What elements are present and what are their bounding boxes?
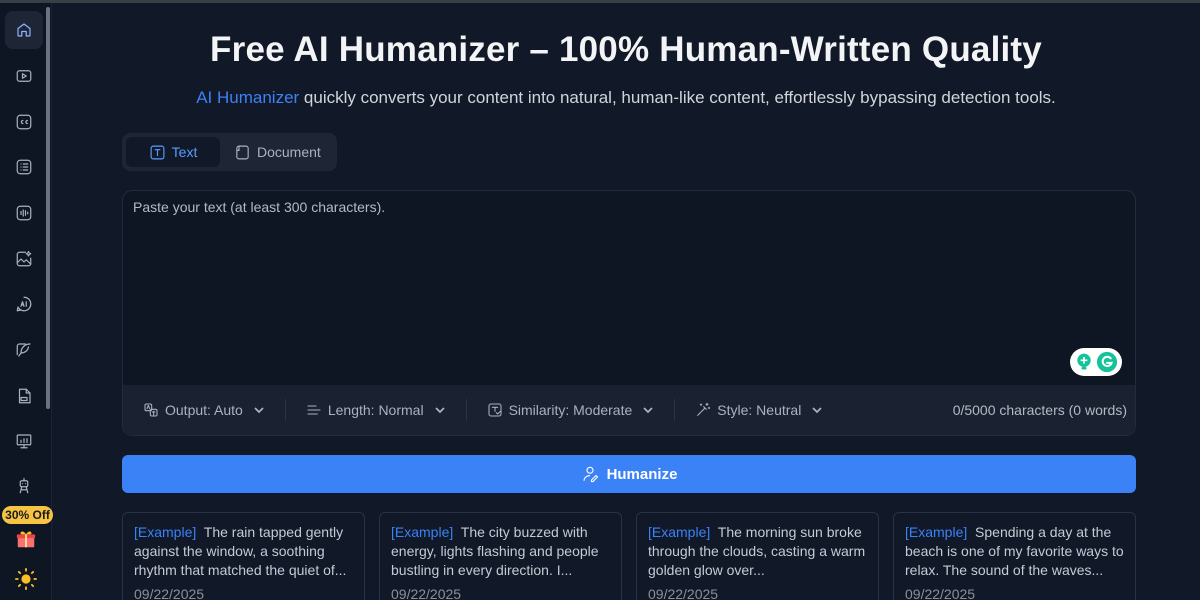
sidebar-item-robot[interactable] [5,467,43,505]
humanize-icon [583,466,598,483]
magic-wand-icon [697,402,711,416]
sidebar-item-pdf[interactable] [5,377,43,415]
grammarly-widget[interactable] [1070,348,1122,376]
text-editor-panel: Output: Auto Length: Normal Similarity: … [122,190,1136,436]
toolbar-divider [284,399,286,421]
sidebar-item-audio[interactable] [5,194,43,232]
chevron-down-icon [643,407,653,414]
pdf-icon [18,388,31,404]
style-dropdown[interactable]: Style: Neutral [695,402,823,418]
chevron-down-icon [434,407,445,414]
text-icon [150,145,165,159]
page-subtitle: AI Humanizer quickly converts your conte… [52,88,1200,108]
translate-icon [144,403,158,417]
character-counter: 0/5000 characters (0 words) [952,402,1127,418]
video-icon [16,70,32,82]
example-date: 09/22/2025 [648,586,719,600]
similarity-icon [488,403,502,417]
options-toolbar: Output: Auto Length: Normal Similarity: … [123,385,1135,435]
sidebar-item-image-edit[interactable] [5,240,43,278]
robot-icon [19,477,29,494]
sidebar-item-captions[interactable] [5,103,43,141]
sidebar-item-video[interactable] [5,57,43,95]
gift-icon[interactable] [15,528,37,550]
example-card[interactable]: [Example] The morning sun broke through … [636,512,879,600]
example-date: 09/22/2025 [905,586,976,600]
presentation-icon [16,434,32,449]
ai-chat-icon [16,296,32,312]
text-input[interactable] [123,191,1135,386]
sidebar: 30% Off [0,3,53,600]
captions-icon [16,114,32,130]
pen-icon [16,343,31,357]
tab-document-label: Document [257,144,321,160]
subtitle-text: quickly converts your content into natur… [299,88,1056,107]
humanize-label: Humanize [606,465,678,483]
document-icon [236,145,249,159]
length-label: Length: Normal [327,402,424,418]
tab-text-label: Text [171,144,198,160]
example-card[interactable]: [Example] The rain tapped gently against… [122,512,365,600]
example-date: 09/22/2025 [134,586,205,600]
toolbar-divider [674,399,676,421]
tab-text[interactable]: Text [126,137,220,167]
theme-toggle-sun-icon[interactable] [15,568,37,590]
examples-row: [Example] The rain tapped gently against… [122,512,1136,600]
chevron-down-icon [812,407,822,414]
output-label: Output: Auto [165,402,243,418]
style-label: Style: Neutral [717,402,802,418]
example-tag: [Example] [648,524,711,540]
example-tag: [Example] [391,524,454,540]
input-mode-tabs: Text Document [122,133,337,171]
example-tag: [Example] [905,524,968,540]
grammarly-g-icon[interactable] [1096,351,1118,373]
discount-badge[interactable]: 30% Off [2,506,53,524]
grammarly-bulb-icon[interactable] [1074,352,1094,372]
ai-humanizer-link[interactable]: AI Humanizer [196,88,299,107]
image-edit-icon [16,250,32,267]
sidebar-item-list[interactable] [5,148,43,186]
chevron-down-icon [254,407,264,414]
sidebar-item-ai-chat[interactable] [5,285,43,323]
toolbar-divider [465,399,467,421]
sidebar-item-presentation[interactable] [5,422,43,460]
sidebar-scrollbar[interactable] [46,7,50,409]
page-title: Free AI Humanizer – 100% Human-Written Q… [210,30,1042,69]
example-card[interactable]: [Example] The city buzzed with energy, l… [379,512,622,600]
window-top-border [0,0,1200,3]
humanize-button[interactable]: Humanize [122,455,1136,493]
length-dropdown[interactable]: Length: Normal [306,402,446,418]
similarity-dropdown[interactable]: Similarity: Moderate [487,402,655,418]
output-dropdown[interactable]: Output: Auto [143,402,265,418]
example-card[interactable]: [Example] Spending a day at the beach is… [893,512,1136,600]
home-icon [17,23,31,37]
example-tag: [Example] [134,524,197,540]
audio-wave-icon [16,205,32,221]
similarity-label: Similarity: Moderate [508,402,633,418]
example-date: 09/22/2025 [391,586,462,600]
tab-document[interactable]: Document [224,137,331,167]
sidebar-item-home[interactable] [5,11,43,49]
sidebar-item-writer[interactable] [5,331,43,369]
lines-icon [307,405,321,415]
list-icon [16,159,32,175]
